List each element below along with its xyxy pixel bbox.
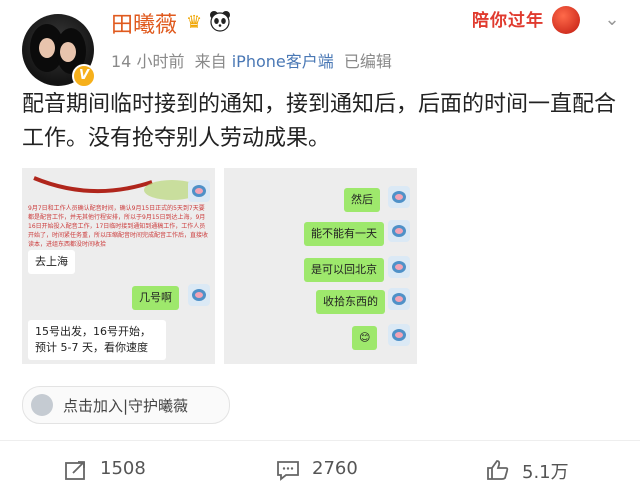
chat-avatar-icon [388, 256, 410, 278]
post-text: 配音期间临时接到的通知，接到通知后，后面的时间一直配合工作。没有抢夺别人劳动成果… [22, 92, 617, 151]
like-count: 5.1万 [522, 462, 569, 483]
edited-label[interactable]: 已编辑 [344, 52, 392, 71]
repost-count: 1508 [100, 458, 146, 479]
chat-message: 能不能有一天 [304, 222, 384, 246]
notice-text: 9月7日和工作人员确认配音时间，确认9月15日正式的5天到7天要都是配音工作，并… [28, 205, 209, 248]
repost-icon [65, 461, 85, 480]
chat-avatar-icon [188, 284, 210, 306]
chat-message: 15号出发，16号开始，预计 5-7 天，看你速度 [28, 320, 166, 360]
panda-icon [210, 11, 230, 32]
chat-avatar-icon [388, 324, 410, 346]
comment-icon [277, 461, 299, 481]
source-prefix: 来自 [194, 52, 227, 71]
chevron-down-icon[interactable]: ⌄ [600, 8, 624, 32]
image-left[interactable]: 9月7日和工作人员确认配音时间，确认9月15日正式的5天到7天要都是配音工作，并… [22, 168, 215, 364]
post-time: 14 小时前 [111, 52, 185, 71]
chat-avatar-icon [388, 220, 410, 242]
chat-avatar-icon [388, 288, 410, 310]
festival-badge: 陪你过年 [472, 2, 582, 36]
source-link[interactable]: iPhone客户端 [232, 52, 334, 71]
topic-tag[interactable]: 点击加入|守护曦薇 [22, 386, 230, 424]
divider [0, 440, 640, 441]
comment-count: 2760 [312, 458, 358, 479]
festival-badge-text: 陪你过年 [472, 11, 544, 31]
lantern-icon [552, 6, 580, 34]
image-right[interactable]: 然后 能不能有一天 是可以回北京 收拾东西的 😊 [224, 168, 417, 364]
chat-message: 是可以回北京 [304, 258, 384, 282]
chat-message: 然后 [344, 188, 380, 212]
flower-icon [31, 394, 53, 416]
chat-avatar-icon [388, 186, 410, 208]
username[interactable]: 田曦薇 [111, 7, 177, 39]
chat-message: 😊 [352, 326, 378, 350]
chat-message: 几号啊 [132, 286, 179, 310]
chat-message: 收拾东西的 [316, 290, 385, 314]
chat-avatar-icon [188, 180, 210, 202]
thumbs-up-icon [487, 460, 509, 480]
verified-v-icon: V [72, 64, 96, 88]
chat-message: 去上海 [28, 250, 75, 274]
crown-icon: ♛ [186, 12, 203, 33]
post-meta: 14 小时前 来自 iPhone客户端 已编辑 [111, 48, 392, 72]
red-scribble [33, 176, 200, 200]
topic-tag-label: 点击加入|守护曦薇 [63, 397, 189, 415]
